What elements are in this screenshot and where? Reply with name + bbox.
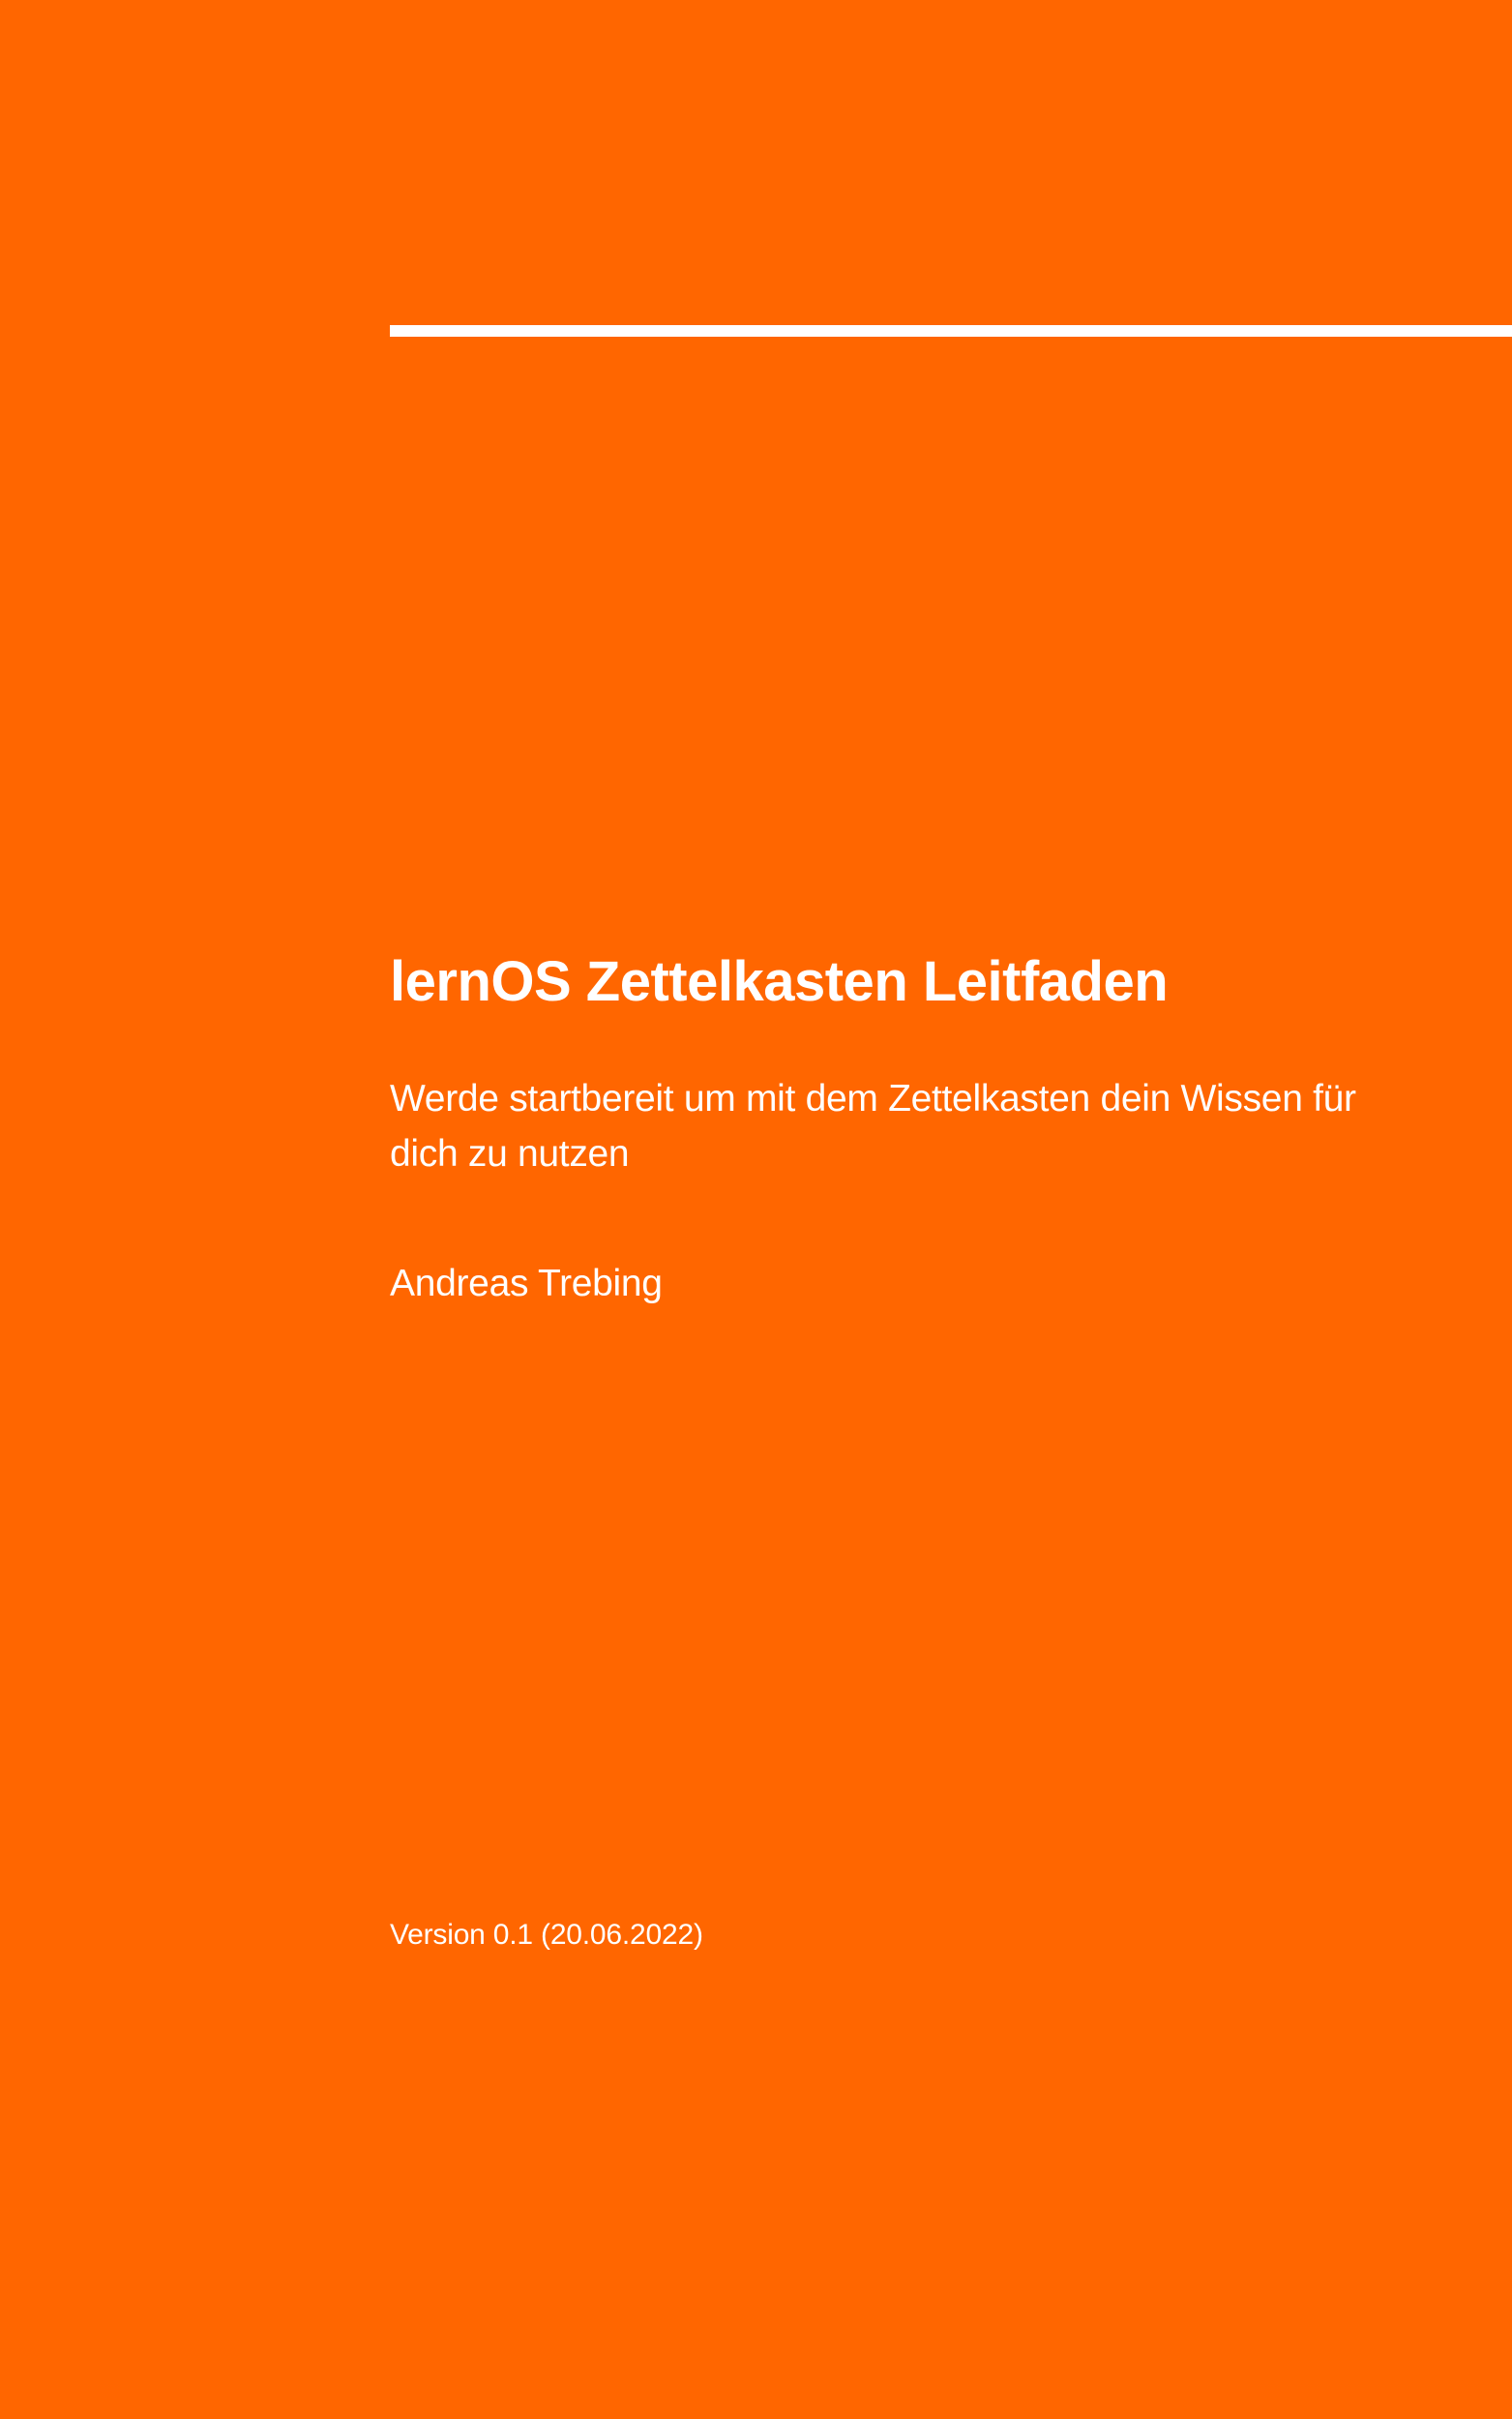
cover-author: Andreas Trebing: [390, 1263, 663, 1304]
top-rule: [390, 325, 1512, 337]
cover-version: Version 0.1 (20.06.2022): [390, 1919, 703, 1951]
cover-title: lernOS Zettelkasten Leitfaden: [390, 950, 1169, 1013]
book-cover: lernOS Zettelkasten Leitfaden Werde star…: [0, 0, 1512, 2419]
cover-subtitle: Werde startbereit um mit dem Zettelkaste…: [390, 1078, 1356, 1175]
